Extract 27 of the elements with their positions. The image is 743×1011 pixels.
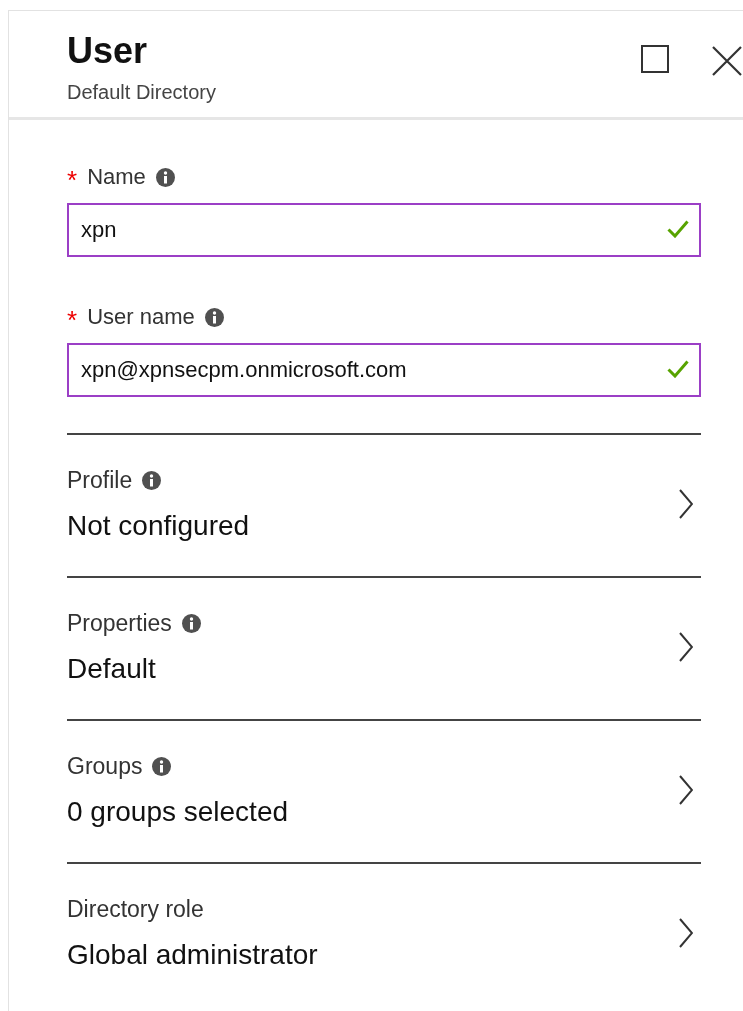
info-icon[interactable]: [155, 167, 175, 187]
close-icon[interactable]: [711, 45, 743, 77]
info-icon[interactable]: [204, 307, 224, 327]
required-mark: *: [67, 170, 78, 188]
info-icon[interactable]: [152, 756, 172, 776]
section-value: Not configured: [67, 509, 250, 543]
section-value: Default: [67, 652, 157, 686]
blade-subtitle: Default Directory: [67, 80, 216, 105]
chevron-right-icon[interactable]: [679, 918, 693, 948]
chevron-right-icon[interactable]: [679, 775, 693, 805]
maximize-icon[interactable]: [641, 45, 669, 73]
info-icon[interactable]: [181, 613, 201, 633]
field-label: Name: [87, 164, 146, 190]
section-label: Groups: [67, 752, 143, 780]
field-label: User name: [87, 304, 195, 330]
text-field[interactable]: xpn: [67, 203, 701, 257]
section-value: Global administrator: [67, 938, 318, 972]
section-label: Properties: [67, 609, 172, 637]
blade-title: User: [67, 29, 149, 73]
text-field[interactable]: xpn@xpnsecpm.onmicrosoft.com: [67, 343, 701, 397]
section-label: Directory role: [67, 895, 204, 923]
info-icon[interactable]: [142, 470, 162, 490]
section-label: Profile: [67, 466, 133, 494]
chevron-right-icon[interactable]: [679, 632, 693, 662]
chevron-right-icon[interactable]: [679, 489, 693, 519]
section-value: 0 groups selected: [67, 795, 289, 829]
required-mark: *: [67, 310, 78, 328]
